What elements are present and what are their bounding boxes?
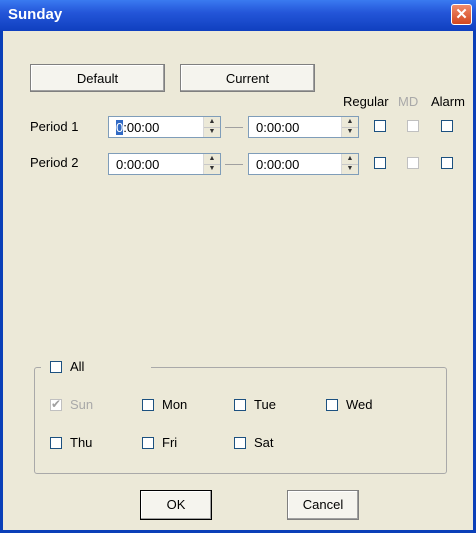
thu-checkbox[interactable] [50,437,62,449]
mon-checkbox[interactable] [142,399,154,411]
period-1-start-rest: :00:00 [123,119,160,135]
close-button[interactable]: ✕ [451,4,472,25]
period-2-dash [225,164,243,165]
period-1-start-spinner[interactable]: ▲ ▼ [203,117,220,137]
days-group [34,367,447,474]
period-2-end-value: 0:00:00 [256,156,300,172]
sat-label: Sat [254,435,274,450]
period-2-label: Period 2 [30,155,79,170]
period-1-start-field[interactable]: 0:00:00 ▲ ▼ [108,116,221,138]
tue-checkbox[interactable] [234,399,246,411]
fri-label: Fri [162,435,178,450]
period-2-end-field[interactable]: 0:00:00 ▲ ▼ [248,153,359,175]
sun-checkbox [50,397,62,411]
fri-checkbox[interactable] [142,437,154,449]
period-1-alarm-checkbox[interactable] [441,120,453,132]
cancel-button[interactable]: Cancel [287,490,359,520]
regular-header: Regular [343,94,389,109]
mon-label: Mon [162,397,188,412]
period-2-end-spinner[interactable]: ▲ ▼ [341,154,358,174]
period-1-md-checkbox[interactable] [407,120,419,132]
period-2-start-spinner[interactable]: ▲ ▼ [203,154,220,174]
title-bar[interactable]: Sunday ✕ [0,0,476,31]
wed-checkbox[interactable] [326,399,338,411]
current-button[interactable]: Current [180,64,315,92]
tue-label: Tue [254,397,276,412]
thu-label: Thu [70,435,93,450]
all-label: All [70,359,85,374]
period-2-start-value: 0:00:00 [116,156,160,172]
period-1-label: Period 1 [30,119,79,134]
period-1-end-spinner[interactable]: ▲ ▼ [341,117,358,137]
schedule-dialog: Sunday ✕ Default Current Regular MD Alar… [0,0,476,533]
period-2-md-checkbox[interactable] [407,157,419,169]
period-2-regular-checkbox[interactable] [374,157,386,169]
period-1-dash [225,127,243,128]
all-checkbox[interactable] [50,361,62,373]
period-1-regular-checkbox[interactable] [374,120,386,132]
wed-label: Wed [346,397,373,412]
sun-label: Sun [70,397,94,412]
period-1-end-field[interactable]: 0:00:00 ▲ ▼ [248,116,359,138]
md-header: MD [398,94,419,109]
close-icon: ✕ [455,6,468,23]
sat-checkbox[interactable] [234,437,246,449]
alarm-header: Alarm [431,94,465,109]
period-2-start-field[interactable]: 0:00:00 ▲ ▼ [108,153,221,175]
period-2-alarm-checkbox[interactable] [441,157,453,169]
period-1-end-value: 0:00:00 [256,119,300,135]
dialog-title: Sunday [8,6,63,23]
ok-button[interactable]: OK [140,490,212,520]
default-button[interactable]: Default [30,64,165,92]
period-1-start-value: 0:00:00 [116,119,160,135]
